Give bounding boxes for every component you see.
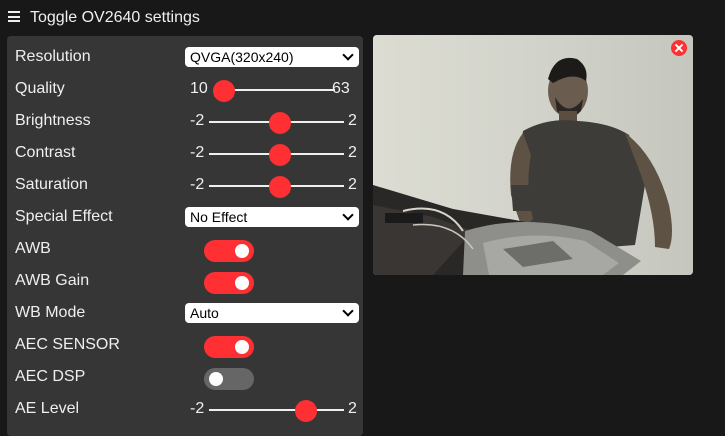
ae-level-slider-track[interactable]	[209, 409, 344, 411]
aec-sensor-label: AEC SENSOR	[15, 336, 120, 353]
brightness-label: Brightness	[15, 112, 91, 129]
contrast-min: -2	[190, 144, 205, 161]
brightness-max: 2	[348, 112, 357, 129]
saturation-min: -2	[190, 176, 205, 193]
quality-max: 63	[332, 80, 350, 97]
saturation-max: 2	[348, 176, 357, 193]
quality-slider-track[interactable]	[218, 89, 335, 91]
saturation-slider-thumb[interactable]	[269, 176, 291, 198]
saturation-label: Saturation	[15, 176, 88, 193]
camera-stream	[373, 35, 693, 275]
quality-slider-thumb[interactable]	[213, 80, 235, 102]
awb-label: AWB	[15, 240, 51, 257]
contrast-slider-thumb[interactable]	[269, 144, 291, 166]
settings-panel: Resolution QVGA(320x240) Quality 10 63 B…	[7, 36, 363, 436]
special-effect-row: Special Effect No Effect	[15, 206, 359, 230]
resolution-row: Resolution QVGA(320x240)	[15, 46, 359, 70]
contrast-row: Contrast -2 2	[15, 142, 357, 166]
special-effect-label: Special Effect	[15, 208, 113, 225]
aec-sensor-toggle[interactable]	[204, 336, 254, 358]
resolution-select[interactable]: QVGA(320x240)	[185, 47, 359, 67]
hamburger-menu-icon[interactable]	[8, 11, 20, 22]
wb-mode-label: WB Mode	[15, 304, 86, 321]
awb-gain-row: AWB Gain	[15, 270, 355, 294]
brightness-min: -2	[190, 112, 205, 129]
saturation-row: Saturation -2 2	[15, 174, 357, 198]
resolution-value: QVGA(320x240)	[190, 49, 294, 65]
awb-row: AWB	[15, 238, 355, 262]
top-bar: Toggle OV2640 settings	[0, 0, 725, 34]
ae-level-label: AE Level	[15, 400, 80, 417]
toggle-knob	[235, 244, 249, 258]
contrast-label: Contrast	[15, 144, 76, 161]
wb-mode-row: WB Mode Auto	[15, 302, 359, 326]
close-icon[interactable]	[671, 40, 687, 56]
quality-label: Quality	[15, 80, 65, 97]
ae-level-slider-thumb[interactable]	[295, 400, 317, 422]
aec-dsp-row: AEC DSP	[15, 366, 355, 390]
aec-dsp-toggle[interactable]	[204, 368, 254, 390]
chevron-down-icon	[342, 49, 354, 61]
awb-gain-label: AWB Gain	[15, 272, 90, 289]
brightness-slider-thumb[interactable]	[269, 112, 291, 134]
contrast-max: 2	[348, 144, 357, 161]
ae-level-min: -2	[190, 400, 205, 417]
wb-mode-value: Auto	[190, 305, 219, 321]
wb-mode-select[interactable]: Auto	[185, 303, 359, 323]
chevron-down-icon	[342, 305, 354, 317]
toggle-knob	[235, 340, 249, 354]
quality-row: Quality 10 63	[15, 78, 355, 102]
ae-level-row: AE Level -2 2	[15, 398, 357, 422]
chevron-down-icon	[342, 209, 354, 221]
resolution-label: Resolution	[15, 48, 91, 65]
settings-toggle-title[interactable]: Toggle OV2640 settings	[30, 9, 200, 27]
aec-sensor-row: AEC SENSOR	[15, 334, 355, 358]
quality-min: 10	[190, 80, 208, 97]
special-effect-select[interactable]: No Effect	[185, 207, 359, 227]
brightness-row: Brightness -2 2	[15, 110, 357, 134]
special-effect-value: No Effect	[190, 209, 248, 225]
aec-dsp-label: AEC DSP	[15, 368, 86, 385]
ae-level-max: 2	[348, 400, 357, 417]
awb-gain-toggle[interactable]	[204, 272, 254, 294]
camera-frame-image	[373, 35, 693, 275]
awb-toggle[interactable]	[204, 240, 254, 262]
toggle-knob	[235, 276, 249, 290]
toggle-knob	[209, 372, 223, 386]
